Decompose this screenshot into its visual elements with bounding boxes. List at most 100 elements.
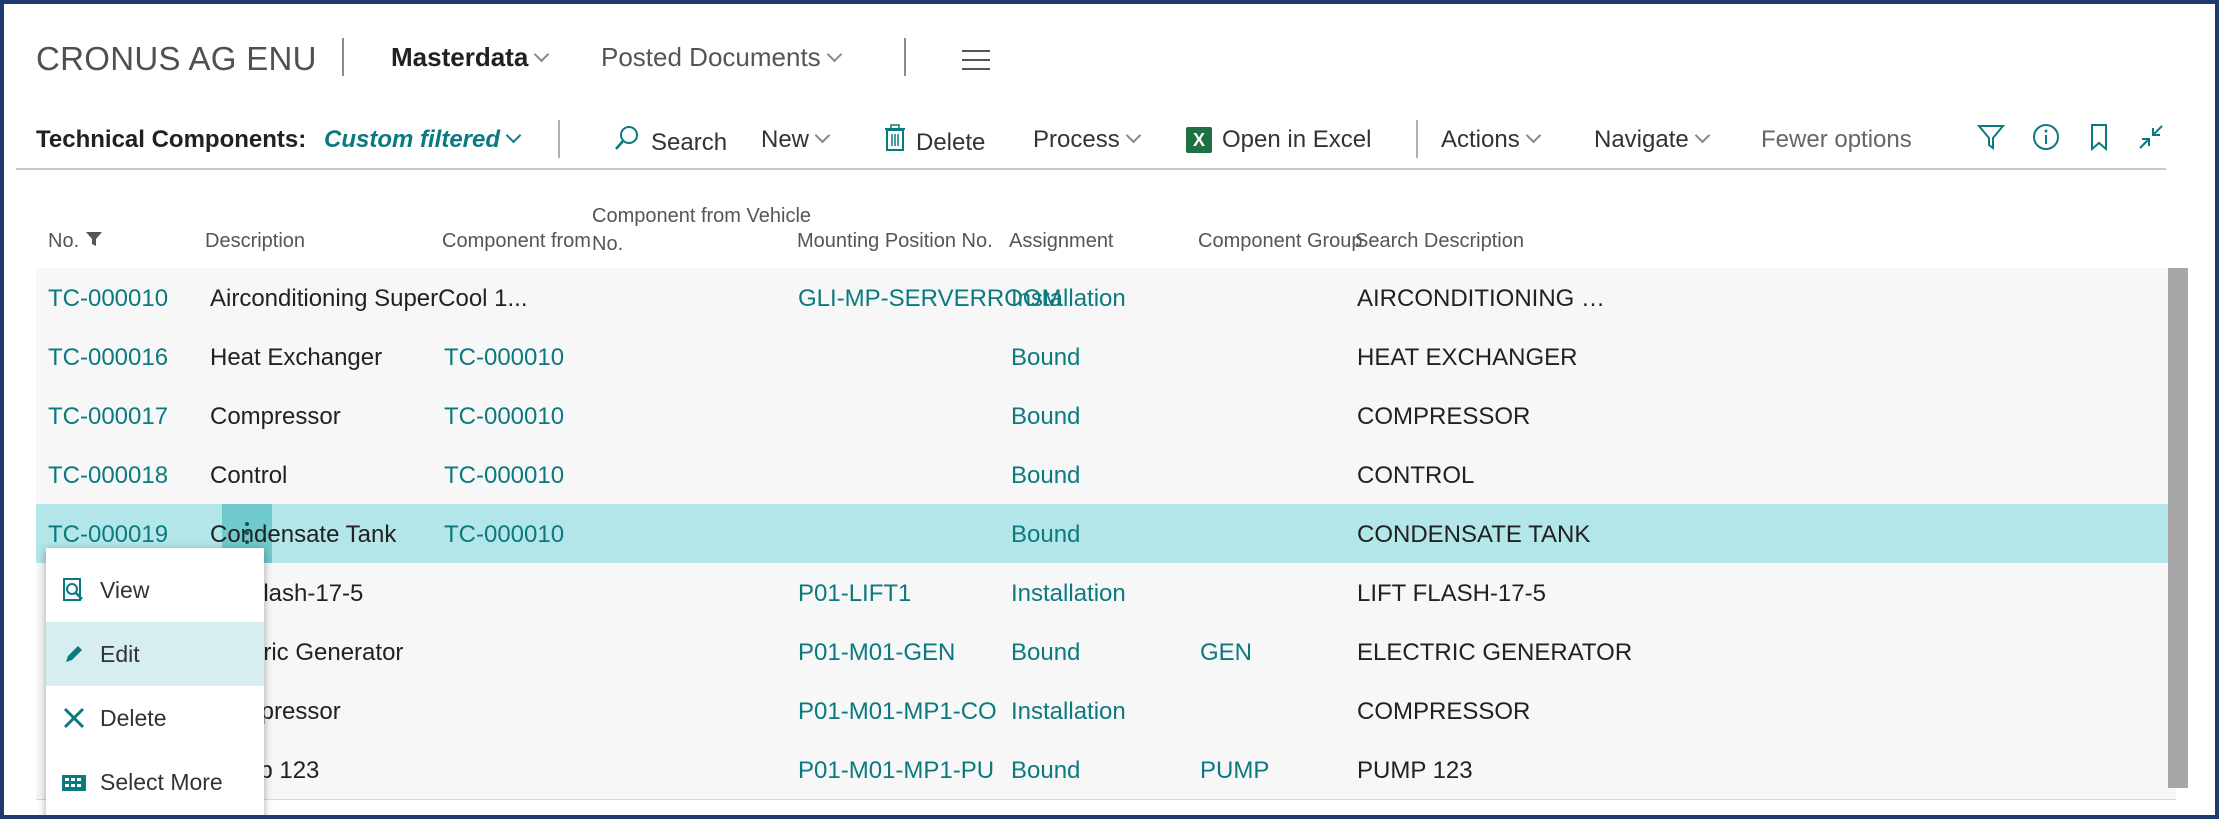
cell-assignment[interactable]: Bound [1011,521,1080,549]
cell-assignment[interactable]: Bound [1011,639,1080,667]
cell-no[interactable]: TC-000019 [48,521,168,549]
menu-item-select-more[interactable]: Select More [46,750,264,814]
row-context-menu: View Edit Delete Select More [46,548,264,815]
menu-item-delete[interactable]: Delete [46,686,264,750]
table-row[interactable]: TC-000010 Airconditioning SuperCool 1...… [36,268,2176,328]
table-row[interactable]: Pump 123 P01-M01-MP1-PU Bound PUMP PUMP … [36,740,2176,800]
delete-label: Delete [916,128,986,156]
column-header-mounting-position[interactable]: Mounting Position No. [797,230,993,253]
cell-description: Compressor [210,403,341,430]
cell-no[interactable]: TC-000018 [48,462,168,490]
actions-label: Actions [1441,126,1520,153]
cell-search-description: COMPRESSOR [1357,403,1531,430]
info-icon[interactable] [2031,122,2061,157]
cell-mounting-position[interactable]: P01-M01-GEN [798,639,955,667]
cell-component-from[interactable]: TC-000010 [444,521,564,549]
column-header-component-group[interactable]: Component Group [1198,230,1363,253]
table-row[interactable]: TC-000016 Heat Exchanger TC-000010 Bound… [36,327,2176,387]
chevron-down-icon [826,46,842,63]
cell-description: Airconditioning SuperCool 1... [210,285,528,312]
company-name[interactable]: CRONUS AG ENU [36,40,317,78]
cell-search-description: HEAT EXCHANGER [1357,344,1578,371]
column-header-assignment[interactable]: Assignment [1009,230,1114,253]
table-row[interactable]: TC-000017 Compressor TC-000010 Bound COM… [36,386,2176,446]
cell-assignment[interactable]: Bound [1011,757,1080,785]
search-label: Search [651,128,728,156]
select-more-icon [60,768,88,796]
open-in-excel-button[interactable]: X Open in Excel [1186,126,1371,155]
menu-item-edit[interactable]: Edit [46,622,264,686]
column-header-component-from-vehicle[interactable]: Component from Vehicle No. [592,202,811,258]
cell-mounting-position[interactable]: P01-M01-MP1-CO [798,698,997,726]
menu-item-view[interactable]: View [46,558,264,622]
chevron-down-icon [534,46,550,63]
cell-no[interactable]: TC-000016 [48,344,168,372]
cell-assignment[interactable]: Bound [1011,344,1080,372]
column-header-no[interactable]: No. [48,230,103,253]
column-header-component-from[interactable]: Component from [442,230,591,253]
collapse-icon[interactable] [2136,122,2166,157]
table-row-selected[interactable]: TC-000019 Condensate Tank TC-000010 Boun… [36,504,2176,564]
column-header-description[interactable]: Description [205,230,305,253]
divider [558,120,560,158]
menu-item-delete-label: Delete [100,705,167,731]
cell-no[interactable]: TC-000017 [48,403,168,431]
open-in-excel-label: Open in Excel [1222,126,1372,153]
cell-assignment[interactable]: Bound [1011,462,1080,490]
cell-component-group[interactable]: GEN [1200,639,1252,667]
cell-assignment[interactable]: Installation [1011,698,1126,726]
fewer-options-button[interactable]: Fewer options [1761,126,1912,154]
chevron-down-icon [1125,127,1141,144]
table-row[interactable]: TC-000018 Control TC-000010 Bound CONTRO… [36,445,2176,505]
filter-icon[interactable] [1976,122,2006,157]
table-row[interactable]: Lift Flash-17-5 P01-LIFT1 Installation L… [36,563,2176,623]
actions-button[interactable]: Actions [1441,126,1541,154]
navigate-button[interactable]: Navigate [1594,126,1711,154]
page-title: Technical Components: [36,126,307,153]
new-button[interactable]: New [761,126,831,154]
cell-no[interactable]: TC-000010 [48,285,168,313]
table-row[interactable]: Electric Generator P01-M01-GEN Bound GEN… [36,622,2176,682]
column-header-search-description[interactable]: Search Description [1355,230,1524,253]
nav-masterdata-label: Masterdata [391,42,529,72]
cell-component-from[interactable]: TC-000010 [444,403,564,431]
nav-masterdata[interactable]: Masterdata [391,42,550,73]
cell-mounting-position[interactable]: P01-M01-MP1-PU [798,757,994,785]
cell-assignment[interactable]: Installation [1011,580,1126,608]
cell-search-description: COMPRESSOR [1357,698,1531,725]
cell-search-description: CONDENSATE TANK [1357,521,1591,548]
delete-button[interactable]: Delete [884,124,986,161]
view-icon [60,576,88,604]
search-icon [613,124,641,159]
nav-posted-documents[interactable]: Posted Documents [601,42,842,73]
bookmark-icon[interactable] [2084,122,2114,157]
chevron-down-icon [1525,127,1541,144]
menu-item-view-label: View [100,577,150,603]
cell-assignment[interactable]: Installation [1011,285,1126,313]
new-label: New [761,126,810,153]
close-icon [60,704,88,732]
cell-description: Control [210,462,288,489]
filter-icon [85,230,103,252]
filter-dropdown[interactable]: Custom filtered [324,126,522,154]
top-navigation: CRONUS AG ENU Masterdata Posted Document… [16,14,2191,94]
menu-item-edit-label: Edit [100,641,140,667]
cell-assignment[interactable]: Bound [1011,403,1080,431]
column-header-component-from-vehicle-line1: Component from Vehicle [592,205,812,227]
cell-component-from[interactable]: TC-000010 [444,344,564,372]
column-header-no-label: No. [48,230,80,252]
cell-component-group[interactable]: PUMP [1200,757,1269,785]
vertical-scrollbar[interactable] [2168,268,2188,788]
search-button[interactable]: Search [613,126,727,161]
page: CRONUS AG ENU Masterdata Posted Document… [16,14,2191,815]
process-button[interactable]: Process [1033,126,1141,154]
cell-search-description: AIRCONDITIONING SU... [1357,285,1619,312]
cell-mounting-position[interactable]: P01-LIFT1 [798,580,911,608]
table-row[interactable]: Compressor P01-M01-MP1-CO Installation C… [36,681,2176,741]
chevron-down-icon [814,127,831,144]
cell-component-from[interactable]: TC-000010 [444,462,564,490]
filter-label: Custom filtered [324,126,501,153]
chevron-down-icon [505,127,522,144]
navigate-label: Navigate [1594,126,1689,153]
hamburger-menu-icon[interactable] [962,50,990,77]
